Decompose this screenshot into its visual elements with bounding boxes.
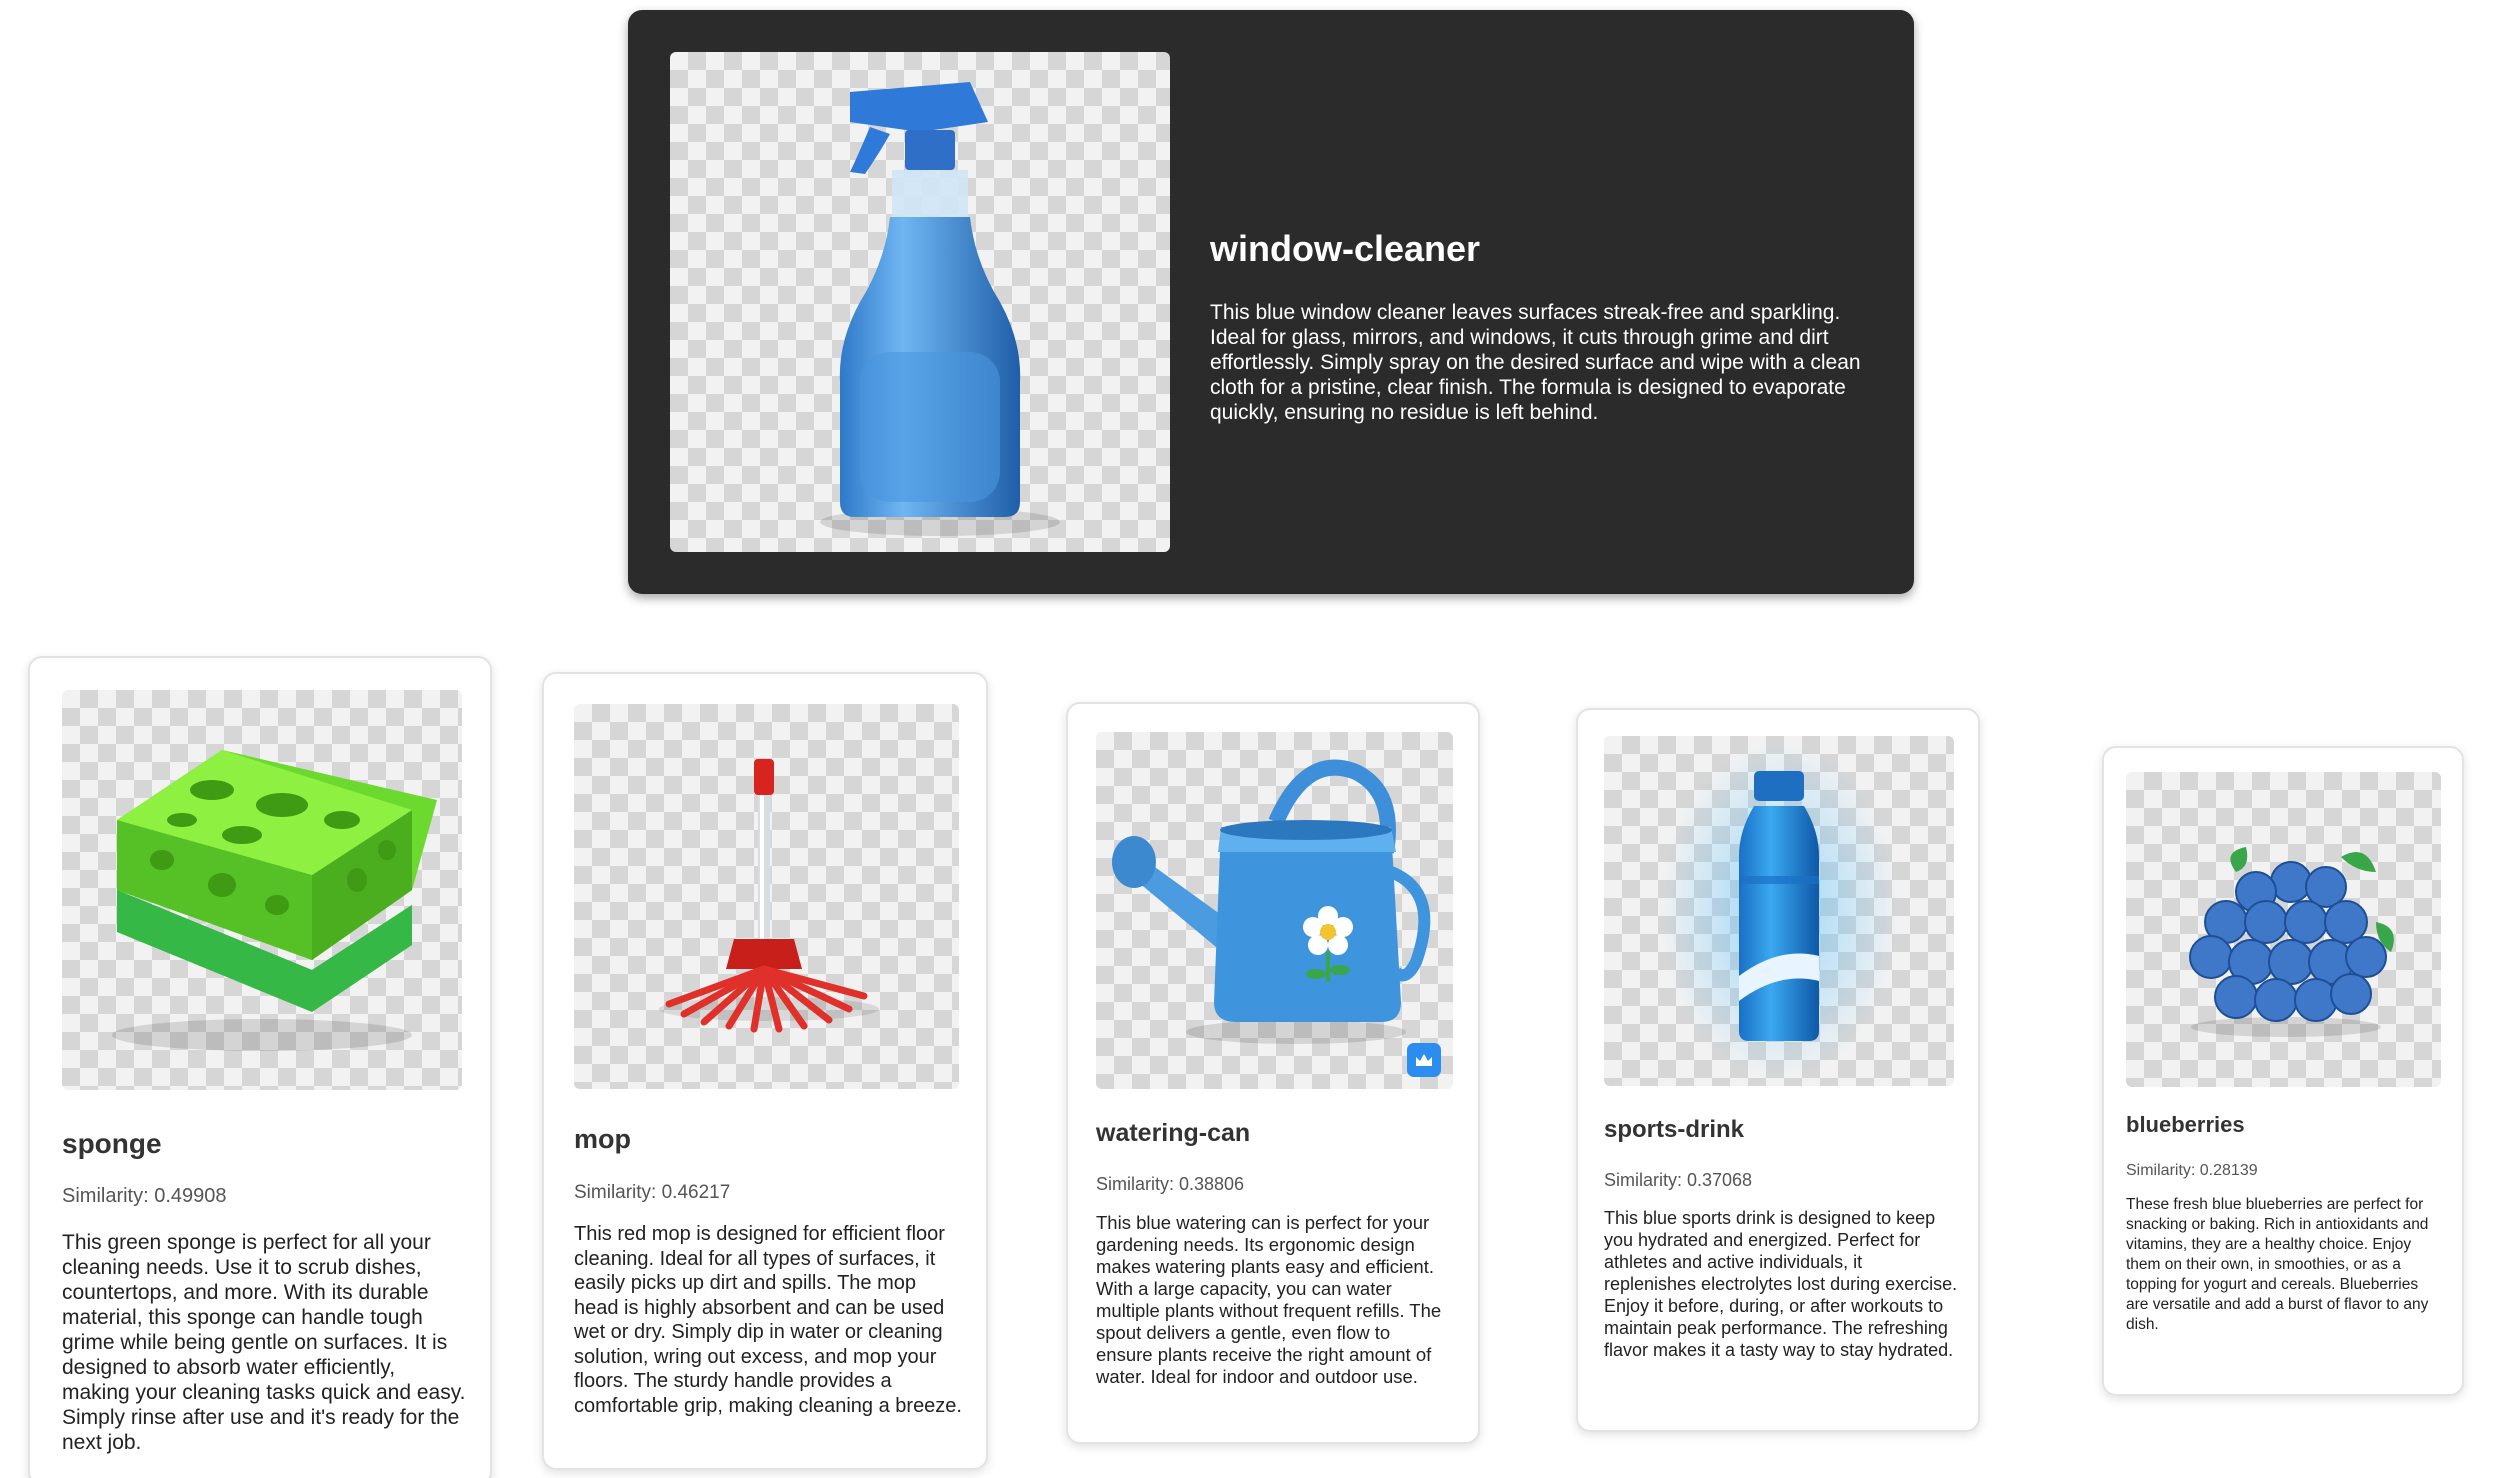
result-similarity: Similarity: 0.49908 [62, 1185, 227, 1207]
blueberries-icon [2126, 772, 2441, 1087]
result-description: This green sponge is perfect for all you… [62, 1231, 466, 1454]
result-card[interactable]: blueberries Similarity: 0.28139 These fr… [2102, 746, 2464, 1396]
watering-can-icon [1096, 732, 1453, 1089]
result-card[interactable]: sports-drink Similarity: 0.37068 This bl… [1576, 708, 1980, 1432]
result-description: This red mop is designed for efficient f… [574, 1223, 962, 1417]
result-similarity: Similarity: 0.37068 [1604, 1170, 1753, 1190]
query-description: This blue window cleaner leaves surfaces… [1210, 301, 1861, 424]
mop-icon [574, 704, 959, 1089]
result-name: blueberries [2126, 1112, 2245, 1137]
result-name: mop [574, 1124, 631, 1154]
query-card: window-cleaner This blue window cleaner … [628, 10, 1914, 594]
crown-badge-icon [1407, 1043, 1441, 1077]
result-card[interactable]: mop Similarity: 0.46217 This red mop is … [542, 672, 988, 1470]
results-page: window-cleaner This blue window cleaner … [0, 0, 2500, 1478]
result-card[interactable]: sponge Similarity: 0.49908 This green sp… [28, 656, 492, 1478]
result-description: This blue sports drink is designed to ke… [1604, 1208, 1958, 1360]
result-name: sports-drink [1604, 1116, 1745, 1143]
result-similarity: Similarity: 0.38806 [1096, 1174, 1245, 1194]
spray-bottle-icon [670, 52, 1170, 552]
result-description: This blue watering can is perfect for yo… [1096, 1212, 1442, 1387]
result-description: These fresh blue blueberries are perfect… [2126, 1196, 2429, 1333]
result-name: sponge [62, 1128, 162, 1159]
sponge-icon [62, 690, 462, 1090]
result-similarity: Similarity: 0.28139 [2126, 1162, 2258, 1179]
query-title: window-cleaner [1210, 228, 1481, 269]
result-name: watering-can [1096, 1119, 1251, 1147]
result-similarity: Similarity: 0.46217 [574, 1182, 731, 1203]
water-bottle-icon [1604, 736, 1954, 1086]
result-card[interactable]: watering-can Similarity: 0.38806 This bl… [1066, 702, 1480, 1444]
